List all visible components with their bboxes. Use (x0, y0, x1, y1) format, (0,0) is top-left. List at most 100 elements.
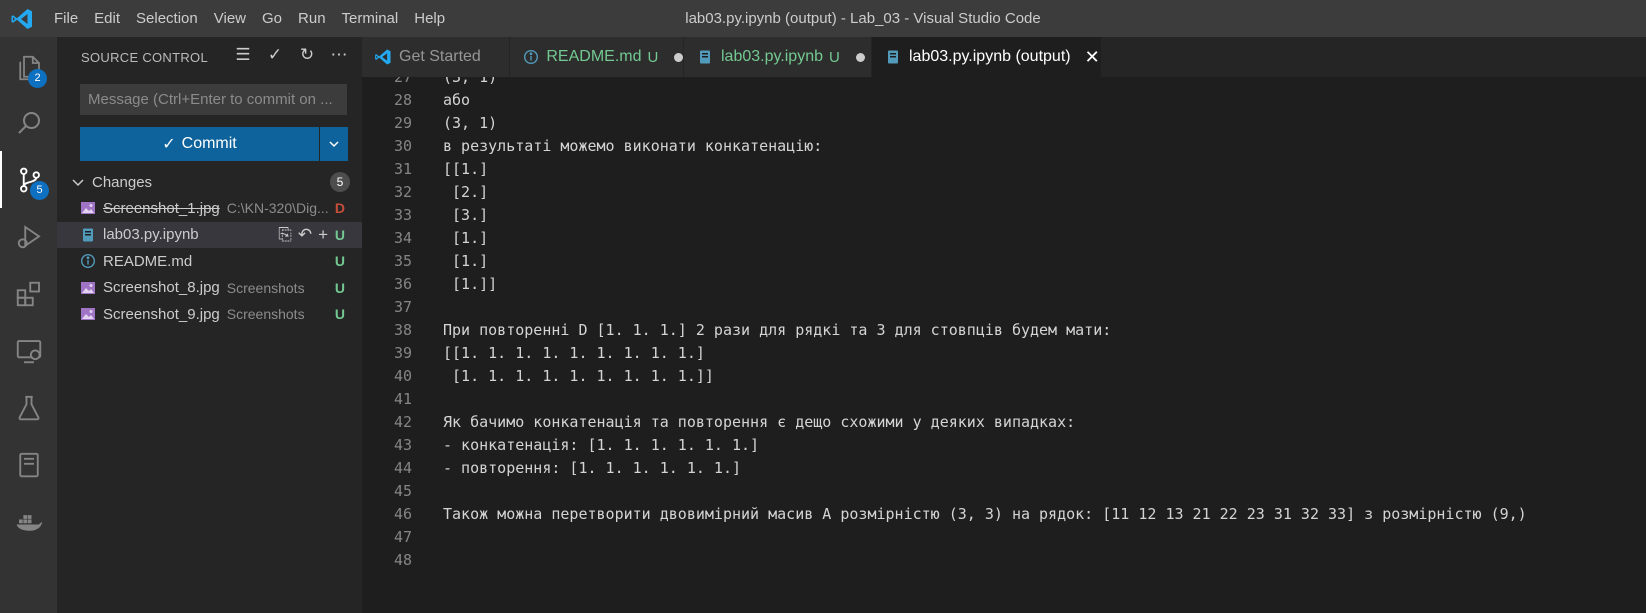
line-number: 36 (393, 275, 412, 293)
git-status-badge: D (334, 200, 345, 216)
notebook-file-icon (80, 227, 96, 243)
testing-button[interactable] (0, 379, 57, 436)
notebook-file-icon (884, 48, 902, 66)
run-debug-icon (17, 224, 41, 248)
file-path: C:\KN-320\Dig... (226, 200, 329, 216)
line-text: Також можна перетворити двовимірний маси… (443, 505, 1527, 523)
editor-tab[interactable]: README.md U (510, 37, 684, 77)
tab-label: README.md (546, 48, 642, 65)
line-text: [[1.] (443, 160, 489, 178)
source-control-button[interactable]: 5 (0, 151, 57, 208)
line-text: [1.] (443, 229, 489, 247)
image-file-icon (80, 280, 96, 296)
commit-dropdown-button[interactable] (320, 127, 348, 161)
tab-label: lab03.py.ipynb (721, 48, 823, 65)
chevron-down-icon (72, 179, 84, 187)
notebook-icon (18, 452, 39, 477)
changes-label: Changes (92, 173, 153, 191)
scm-badge: 5 (30, 181, 49, 200)
vscode-logo-icon (11, 9, 32, 29)
commit-label: Commit (181, 135, 237, 152)
git-status-badge: U (334, 306, 345, 322)
line-text: (3, 1) (443, 77, 498, 86)
editor-tab[interactable]: Get Started (362, 37, 510, 77)
flask-icon (18, 395, 39, 420)
code-line: 28 або (362, 89, 1646, 112)
view-as-tree-icon[interactable]: ☰ (232, 44, 254, 66)
menu-terminal[interactable]: Terminal (334, 0, 407, 37)
line-number: 45 (393, 482, 412, 500)
line-number: 29 (393, 114, 412, 132)
code-line: 41 (362, 388, 1646, 411)
code-line: 30 в результаті можемо виконати конкатена… (362, 135, 1646, 158)
line-number: 43 (393, 436, 412, 454)
search-icon (17, 111, 40, 134)
code-line: 31 [[1.] (362, 158, 1646, 181)
file-name: lab03.py.ipynb (103, 226, 199, 243)
remote-explorer-button[interactable] (0, 322, 57, 379)
menu-view[interactable]: View (206, 0, 254, 37)
line-text: [1. 1. 1. 1. 1. 1. 1. 1. 1.]] (443, 367, 714, 385)
discard-changes-icon[interactable]: ↶ (298, 225, 312, 245)
stage-changes-icon[interactable]: + (318, 225, 328, 245)
editor-tab[interactable]: lab03.py.ipynb (output) ✕ (872, 37, 1102, 77)
file-path: Screenshots (226, 279, 305, 296)
tab-git-status: U (647, 48, 659, 66)
line-text: (3, 1) (443, 114, 498, 132)
code-line: 42 Як бачимо конкатенація та повторення є… (362, 411, 1646, 434)
commit-message-input[interactable] (80, 84, 347, 115)
code-line: 40 [1. 1. 1. 1. 1. 1. 1. 1. 1.]] (362, 365, 1646, 388)
refresh-icon[interactable]: ↻ (296, 44, 318, 66)
unsaved-dot-icon[interactable] (855, 52, 865, 62)
changed-file-row[interactable]: README.md U (57, 248, 362, 274)
more-actions-icon[interactable]: ⋯ (328, 44, 350, 66)
line-text: - конкатенація: [1. 1. 1. 1. 1. 1.] (443, 436, 760, 454)
changed-file-row[interactable]: lab03.py.ipynb ⎘ ↶ + U (57, 221, 362, 248)
extensions-icon (16, 281, 40, 306)
editor-tab[interactable]: lab03.py.ipynb U (684, 37, 872, 77)
line-number: 32 (393, 183, 412, 201)
line-number: 48 (393, 551, 412, 569)
line-number: 44 (393, 459, 412, 477)
menu-help[interactable]: Help (406, 0, 453, 37)
editor-area[interactable]: 27 (3, 1) 28 або 29 (3, 1) 30 в результаті може… (362, 77, 1646, 613)
changed-file-row[interactable]: Screenshot_8.jpg Screenshots U (57, 275, 362, 301)
line-text: в результаті можемо виконати конкатенаці… (443, 137, 823, 155)
menu-edit[interactable]: Edit (86, 0, 128, 37)
menu-selection[interactable]: Selection (128, 0, 206, 37)
extensions-button[interactable] (0, 265, 57, 322)
line-text: Як бачимо конкатенація та повторення є д… (443, 413, 1076, 431)
file-name: README.md (103, 252, 193, 270)
menu-bar: File Edit Selection View Go Run Terminal Help (46, 0, 453, 37)
docker-button[interactable] (0, 493, 57, 550)
line-text: При повторенні D [1. 1. 1.] 2 рази для р… (443, 321, 1112, 339)
changed-file-row[interactable]: Screenshot_9.jpg Screenshots U (57, 301, 362, 327)
open-file-icon[interactable]: ⎘ (278, 225, 292, 245)
menu-run[interactable]: Run (290, 0, 334, 37)
code-line: 38 При повторенні D [1. 1. 1.] 2 рази для… (362, 319, 1646, 342)
code-line: 34 [1.] (362, 227, 1646, 250)
code-line: 35 [1.] (362, 250, 1646, 273)
commit-button[interactable]: ✓ Commit (80, 127, 319, 161)
explorer-button[interactable]: 2 (0, 39, 57, 96)
menu-go[interactable]: Go (254, 0, 290, 37)
line-number: 42 (393, 413, 412, 431)
close-icon[interactable]: ✕ (1085, 47, 1100, 68)
changed-file-row[interactable]: Screenshot_1.jpg C:\KN-320\Dig... D (57, 195, 362, 221)
menu-file[interactable]: File (46, 0, 86, 37)
chevron-down-icon (329, 141, 339, 148)
line-number: 37 (393, 298, 412, 316)
code-line: 29 (3, 1) (362, 112, 1646, 135)
tab-git-status: U (829, 48, 840, 66)
notebook-button[interactable] (0, 436, 57, 493)
tab-label: Get Started (399, 48, 481, 65)
run-debug-button[interactable] (0, 208, 57, 265)
commit-check-icon[interactable]: ✓ (264, 44, 286, 66)
file-name: Screenshot_9.jpg (103, 305, 220, 323)
image-file-icon (80, 200, 96, 216)
changes-group-header[interactable]: Changes 5 (70, 171, 350, 193)
code-line: 44 - повторення: [1. 1. 1. 1. 1. 1.] (362, 457, 1646, 480)
search-button[interactable] (0, 94, 57, 151)
unsaved-dot-icon[interactable] (674, 52, 683, 62)
code-line: 37 (362, 296, 1646, 319)
